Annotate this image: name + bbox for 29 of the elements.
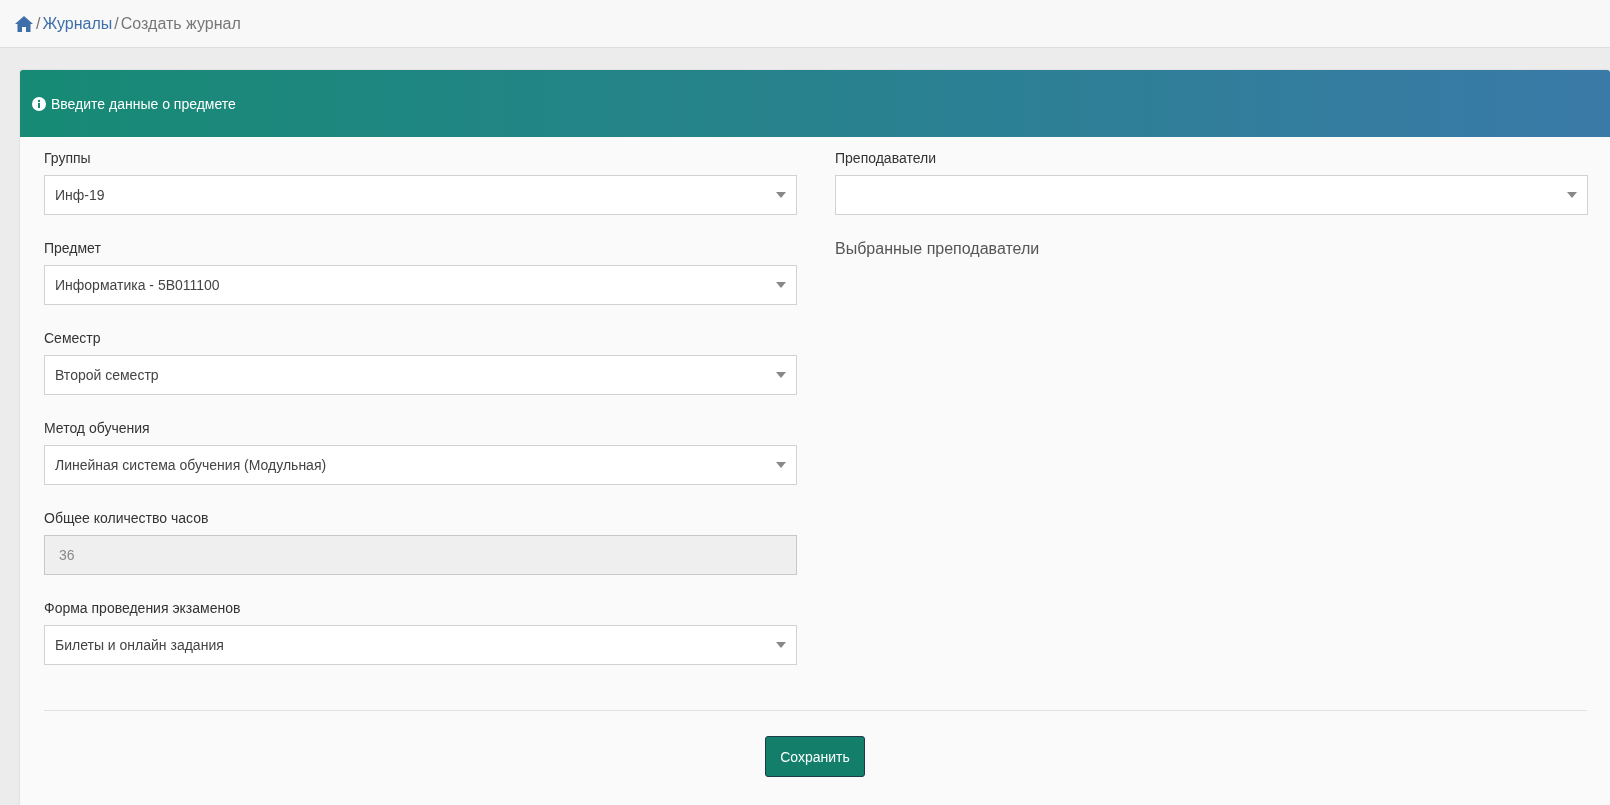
breadcrumb-separator: /: [114, 14, 119, 33]
dropdown-caret-icon: [776, 372, 786, 378]
select-field[interactable]: Второй семестр: [44, 355, 797, 395]
breadcrumb-link[interactable]: Журналы: [42, 14, 113, 33]
field-label: Группы: [44, 150, 92, 166]
dropdown-caret-icon: [776, 642, 786, 648]
field-label: Форма проведения экзаменов: [44, 600, 242, 616]
field-label: Предмет: [44, 240, 102, 256]
breadcrumb-separator: /: [36, 14, 41, 33]
selected-teachers-caption: Выбранные преподаватели: [835, 240, 1040, 258]
dropdown-caret-icon: [776, 282, 786, 288]
input-field: 36: [44, 535, 797, 575]
select-field[interactable]: Инф-19: [44, 175, 797, 215]
select-field[interactable]: [835, 175, 1588, 215]
panel-title: Введите данные о предмете: [51, 95, 236, 112]
field-label: Метод обучения: [44, 420, 151, 436]
select-field[interactable]: Билеты и онлайн задания: [44, 625, 797, 665]
field-label: Общее количество часов: [44, 510, 210, 526]
field-label: Семестр: [44, 330, 102, 346]
dropdown-caret-icon: [1567, 192, 1577, 198]
select-field[interactable]: Информатика - 5В011100: [44, 265, 797, 305]
home-icon[interactable]: [14, 14, 34, 33]
dropdown-caret-icon: [776, 192, 786, 198]
dropdown-caret-icon: [776, 462, 786, 468]
info-icon: [32, 96, 46, 111]
field-label: Преподаватели: [835, 150, 937, 166]
select-field[interactable]: Линейная система обучения (Модульная): [44, 445, 797, 485]
breadcrumb-current: Создать журнал: [120, 14, 241, 33]
save-button[interactable]: Сохранить: [765, 736, 865, 777]
